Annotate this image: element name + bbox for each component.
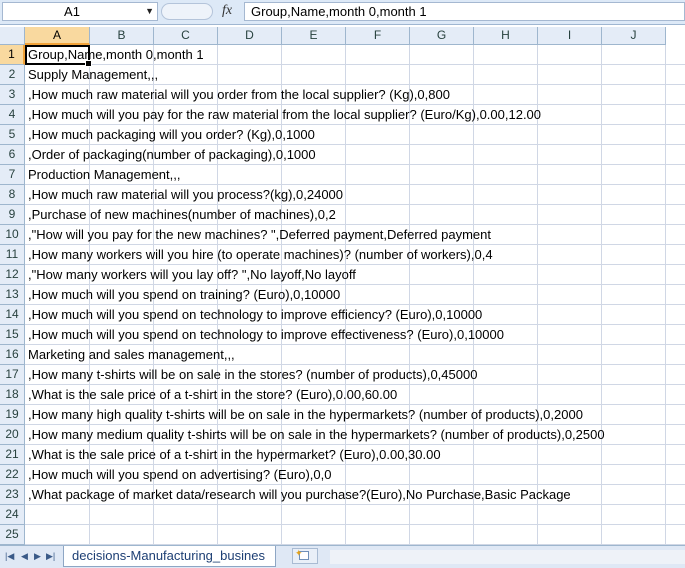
column-header-j[interactable]: J xyxy=(602,27,666,45)
horizontal-scrollbar[interactable] xyxy=(330,550,685,564)
column-header-g[interactable]: G xyxy=(410,27,474,45)
column-header-c[interactable]: C xyxy=(154,27,218,45)
name-box-value: A1 xyxy=(64,4,80,19)
row-header[interactable]: 16 xyxy=(0,345,25,365)
cell-a21[interactable]: ,What is the sale price of a t-shirt in … xyxy=(28,445,441,465)
cell-a4[interactable]: ,How much will you pay for the raw mater… xyxy=(28,105,541,125)
column-header-b[interactable]: B xyxy=(90,27,154,45)
sheet-tab-active[interactable]: decisions-Manufacturing_busines xyxy=(63,546,276,567)
formula-bar-resize-handle[interactable] xyxy=(161,3,213,20)
cell-a22[interactable]: ,How much will you spend on advertising?… xyxy=(28,465,331,485)
sheet-tab-bar: |◀ ◀ ▶ ▶| decisions-Manufacturing_busine… xyxy=(0,545,685,568)
column-header-i[interactable]: I xyxy=(538,27,602,45)
cell-a6[interactable]: ,Order of packaging(number of packaging)… xyxy=(28,145,316,165)
cell-a11[interactable]: ,How many workers will you hire (to oper… xyxy=(28,245,493,265)
row-header[interactable]: 12 xyxy=(0,265,25,285)
row-header[interactable]: 2 xyxy=(0,65,25,85)
nav-last-icon[interactable]: ▶| xyxy=(46,551,55,562)
column-header-a[interactable]: A xyxy=(25,27,90,45)
row-header[interactable]: 8 xyxy=(0,185,25,205)
formula-bar: A1 ▼ fx Group,Name,month 0,month 1 xyxy=(0,0,685,25)
cell-a9[interactable]: ,Purchase of new machines(number of mach… xyxy=(28,205,336,225)
row-header[interactable]: 22 xyxy=(0,465,25,485)
row-header[interactable]: 21 xyxy=(0,445,25,465)
row-header[interactable]: 4 xyxy=(0,105,25,125)
row-header[interactable]: 19 xyxy=(0,405,25,425)
active-cell-cursor xyxy=(25,45,92,67)
column-header-h[interactable]: H xyxy=(474,27,538,45)
cell-a17[interactable]: ,How many t-shirts will be on sale in th… xyxy=(28,365,477,385)
row-header[interactable]: 23 xyxy=(0,485,25,505)
row-header[interactable]: 18 xyxy=(0,385,25,405)
cell-a3[interactable]: ,How much raw material will you order fr… xyxy=(28,85,450,105)
column-gridline xyxy=(601,45,602,545)
column-header-f[interactable]: F xyxy=(346,27,410,45)
cell-a5[interactable]: ,How much packaging will you order? (Kg)… xyxy=(28,125,315,145)
cell-a14[interactable]: ,How much will you spend on technology t… xyxy=(28,305,482,325)
cell-a15[interactable]: ,How much will you spend on technology t… xyxy=(28,325,504,345)
cell-a19[interactable]: ,How many high quality t-shirts will be … xyxy=(28,405,583,425)
row-header[interactable]: 15 xyxy=(0,325,25,345)
row-header[interactable]: 5 xyxy=(0,125,25,145)
row-header[interactable]: 1 xyxy=(0,45,25,65)
row-header[interactable]: 10 xyxy=(0,225,25,245)
cell-a8[interactable]: ,How much raw material will you process?… xyxy=(28,185,343,205)
row-header[interactable]: 24 xyxy=(0,505,25,525)
cell-a18[interactable]: ,What is the sale price of a t-shirt in … xyxy=(28,385,397,405)
row-header[interactable]: 7 xyxy=(0,165,25,185)
cell-a23[interactable]: ,What package of market data/research wi… xyxy=(28,485,571,505)
select-all-corner[interactable] xyxy=(0,27,25,45)
row-header[interactable]: 25 xyxy=(0,525,25,545)
row-header[interactable]: 6 xyxy=(0,145,25,165)
star-glyph: ✦ xyxy=(295,548,303,558)
function-icon[interactable]: fx xyxy=(222,3,232,19)
cell-a10[interactable]: ,"How will you pay for the new machines?… xyxy=(28,225,491,245)
dropdown-arrow-icon[interactable]: ▼ xyxy=(145,3,154,20)
cell-a12[interactable]: ,"How many workers will you lay off? ",N… xyxy=(28,265,356,285)
cell-a16[interactable]: Marketing and sales management,,, xyxy=(28,345,235,365)
row-header[interactable]: 3 xyxy=(0,85,25,105)
name-box[interactable]: A1 ▼ xyxy=(2,2,158,21)
nav-first-icon[interactable]: |◀ xyxy=(5,551,14,562)
column-header-e[interactable]: E xyxy=(282,27,346,45)
insert-sheet-icon[interactable]: ✦ xyxy=(292,548,318,564)
cell-a20[interactable]: ,How many medium quality t-shirts will b… xyxy=(28,425,605,445)
row-header[interactable]: 13 xyxy=(0,285,25,305)
row-header[interactable]: 17 xyxy=(0,365,25,385)
row-header[interactable]: 9 xyxy=(0,205,25,225)
cell-a7[interactable]: Production Management,,, xyxy=(28,165,180,185)
column-gridline xyxy=(665,45,666,545)
column-header-d[interactable]: D xyxy=(218,27,282,45)
cell-a13[interactable]: ,How much will you spend on training? (E… xyxy=(28,285,340,305)
row-header[interactable]: 11 xyxy=(0,245,25,265)
row-header[interactable]: 14 xyxy=(0,305,25,325)
nav-next-icon[interactable]: ▶ xyxy=(34,551,41,562)
fill-handle[interactable] xyxy=(85,60,92,67)
cell-a2[interactable]: Supply Management,,, xyxy=(28,65,158,85)
nav-prev-icon[interactable]: ◀ xyxy=(21,551,28,562)
formula-input[interactable]: Group,Name,month 0,month 1 xyxy=(244,2,685,21)
row-header[interactable]: 20 xyxy=(0,425,25,445)
